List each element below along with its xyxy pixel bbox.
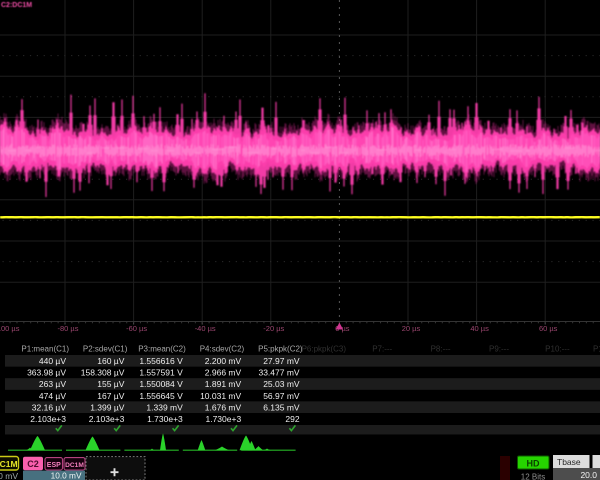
svg-text:33.477 mV: 33.477 mV: [258, 368, 299, 378]
svg-text:1.556616 V: 1.556616 V: [139, 356, 183, 366]
svg-text:2.966 mV: 2.966 mV: [205, 368, 242, 378]
svg-text:P1:mean(C1): P1:mean(C1): [21, 345, 69, 354]
svg-text:155 µV: 155 µV: [97, 379, 124, 389]
svg-text:2.200 mV: 2.200 mV: [205, 356, 242, 366]
svg-text:0 mV: 0 mV: [0, 471, 18, 480]
svg-text:C2:DC1M: C2:DC1M: [1, 2, 32, 9]
svg-text:P3:mean(C2): P3:mean(C2): [138, 345, 186, 354]
svg-text:P9:---: P9:---: [489, 345, 509, 354]
svg-text:1.550084 V: 1.550084 V: [139, 379, 183, 389]
svg-text:P7:---: P7:---: [372, 345, 392, 354]
svg-text:-100 µs: -100 µs: [0, 324, 20, 333]
svg-text:20 µs: 20 µs: [402, 324, 421, 333]
svg-text:12 Bits: 12 Bits: [521, 473, 545, 480]
svg-text:27.97 mV: 27.97 mV: [263, 356, 300, 366]
svg-text:1.557591 V: 1.557591 V: [139, 368, 183, 378]
svg-text:158.308 µV: 158.308 µV: [81, 368, 125, 378]
svg-text:1.891 mV: 1.891 mV: [205, 379, 242, 389]
svg-text:160 µV: 160 µV: [97, 356, 124, 366]
svg-text:60 µs: 60 µs: [539, 324, 558, 333]
svg-text:HD: HD: [527, 458, 540, 468]
svg-text:10.031 mV: 10.031 mV: [200, 391, 241, 401]
svg-text:ESP: ESP: [47, 462, 61, 469]
svg-text:DC1M: DC1M: [0, 459, 18, 469]
svg-text:-20 µs: -20 µs: [263, 324, 284, 333]
svg-text:P2:sdev(C1): P2:sdev(C1): [83, 345, 128, 354]
svg-text:-80 µs: -80 µs: [58, 324, 79, 333]
svg-text:25.03 mV: 25.03 mV: [263, 379, 300, 389]
svg-text:40 µs: 40 µs: [470, 324, 489, 333]
svg-text:56.97 mV: 56.97 mV: [263, 391, 300, 401]
svg-text:P10:---: P10:---: [545, 345, 570, 354]
svg-text:10.0 mV: 10.0 mV: [51, 471, 82, 480]
svg-text:20.0: 20.0: [580, 470, 597, 480]
svg-text:1.399 µV: 1.399 µV: [90, 402, 125, 412]
svg-text:363.98 µV: 363.98 µV: [27, 368, 66, 378]
svg-text:6.135 mV: 6.135 mV: [263, 402, 300, 412]
svg-text:263 µV: 263 µV: [39, 379, 66, 389]
svg-text:P6:pkpk(C3): P6:pkpk(C3): [302, 345, 347, 354]
svg-text:P4:sdev(C2): P4:sdev(C2): [200, 345, 245, 354]
svg-text:P1: P1: [593, 345, 600, 354]
svg-text:32.16 µV: 32.16 µV: [32, 402, 67, 412]
svg-text:292: 292: [285, 414, 299, 424]
svg-text:474 µV: 474 µV: [39, 391, 66, 401]
svg-text:-40 µs: -40 µs: [195, 324, 216, 333]
svg-text:P5:pkpk(C2): P5:pkpk(C2): [258, 345, 303, 354]
svg-text:1.730e+3: 1.730e+3: [205, 414, 241, 424]
svg-text:1.339 mV: 1.339 mV: [146, 402, 183, 412]
svg-text:P8:---: P8:---: [431, 345, 451, 354]
svg-text:1.556645 V: 1.556645 V: [139, 391, 183, 401]
svg-text:-60 µs: -60 µs: [126, 324, 147, 333]
svg-text:Tbase: Tbase: [557, 457, 581, 467]
svg-text:2.103e+3: 2.103e+3: [89, 414, 125, 424]
svg-text:2.103e+3: 2.103e+3: [30, 414, 66, 424]
svg-text:1.676 mV: 1.676 mV: [205, 402, 242, 412]
svg-text:1.730e+3: 1.730e+3: [147, 414, 183, 424]
svg-text:C2: C2: [27, 459, 39, 469]
svg-text:DC1M: DC1M: [65, 462, 84, 469]
svg-text:167 µV: 167 µV: [97, 391, 124, 401]
svg-text:440 µV: 440 µV: [39, 356, 66, 366]
